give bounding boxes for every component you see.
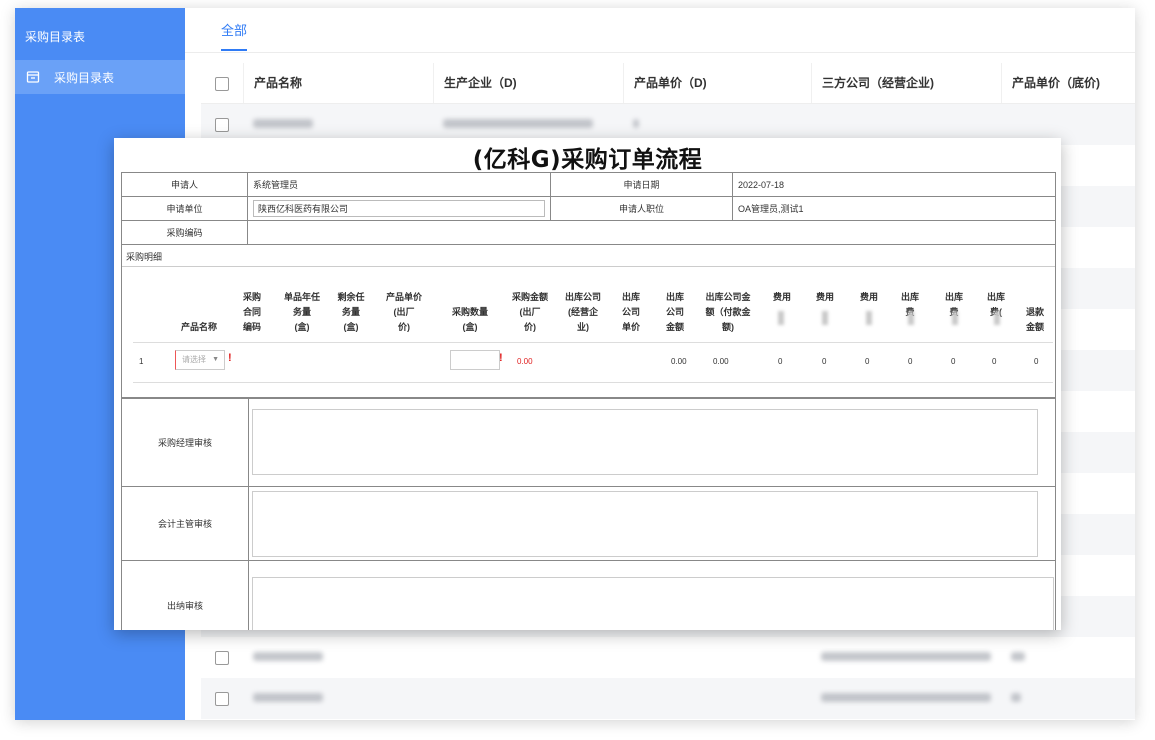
detail-bottom-divider (133, 382, 1053, 383)
applicant-label: 申请人 (121, 172, 248, 197)
blurred-header (908, 311, 914, 325)
out-fee2-value: 0 (951, 357, 956, 366)
approval-accounting-label: 会计主管审核 (122, 487, 249, 560)
table-row[interactable] (201, 678, 1135, 719)
dh-fee2: 费用 (815, 292, 834, 302)
position-label: 申请人职位 (550, 196, 733, 221)
table-header: 产品名称 生产企业（D) 产品单价（D) 三方公司（经营企业) 产品单价（底价) (201, 63, 1135, 104)
approval-accounting-input[interactable] (252, 491, 1038, 557)
out-payment-value: 0.00 (713, 357, 729, 366)
code-value (247, 220, 1056, 245)
row-checkbox[interactable] (215, 118, 229, 132)
blurred-cell (1011, 652, 1025, 661)
dh-out-company: 出库公司 (经营企 业) (564, 292, 601, 332)
fee2-value: 0 (822, 357, 827, 366)
dh-contract-code: 采购 合同 编码 (242, 292, 261, 332)
select-all-checkbox[interactable] (215, 77, 229, 91)
dh-out-unit-price: 出库 公司 单价 (621, 292, 640, 332)
blurred-cell (253, 652, 323, 661)
fee1-value: 0 (778, 357, 783, 366)
col-third-party[interactable]: 三方公司（经营企业) (811, 63, 1001, 103)
dh-out-payment: 出库公司金 额（付款金 额) (705, 292, 751, 332)
blurred-cell (633, 119, 639, 128)
blurred-cell (1011, 693, 1021, 702)
unit-label: 申请单位 (121, 196, 248, 221)
blurred-header (866, 311, 872, 325)
required-icon: ! (499, 352, 503, 364)
approval-cashier-label: 出纳审核 (122, 561, 249, 630)
detail-label: 采购明细 (126, 252, 163, 262)
blurred-header (778, 311, 784, 325)
dh-fee1: 费用 (772, 292, 791, 302)
purchase-amount-value: 0.00 (517, 357, 533, 366)
dh-out-amount: 出库 公司 金额 (665, 292, 684, 332)
applicant-value: 系统管理员 (247, 172, 551, 197)
dh-annual-task: 单品年任 务量 (盒) (283, 292, 320, 332)
approval-manager-input[interactable] (252, 409, 1038, 475)
tab-all[interactable]: 全部 (221, 20, 248, 51)
tab-bar: 全部 (185, 8, 1135, 53)
sidebar-item-catalog[interactable]: 采购目录表 (15, 60, 185, 94)
form-header-table: 申请人 系统管理员 申请日期 2022-07-18 申请单位 陕西亿科医药有限公… (121, 172, 1056, 245)
dh-refund: 退款 金额 (1025, 307, 1044, 332)
chevron-down-icon: ▼ (212, 356, 219, 363)
dh-product-name: 产品名称 (180, 322, 217, 332)
approval-manager: 采购经理审核 (121, 398, 1056, 486)
purchase-detail-section: 采购明细 产品名称 采购 合同 编码 单品年任 务量 (盒) 剩余任 务量 (盒… (121, 244, 1056, 398)
blurred-cell (253, 119, 313, 128)
approval-manager-label: 采购经理审核 (122, 399, 249, 486)
blurred-cell (821, 693, 991, 702)
blurred-header (952, 311, 958, 325)
dh-purchase-qty: 采购数量 (盒) (451, 307, 488, 332)
col-base-price[interactable]: 产品单价（底价) (1001, 63, 1135, 103)
unit-cell: 陕西亿科医药有限公司 (247, 196, 551, 221)
form-title: (亿科G)采购订单流程 (472, 147, 703, 173)
product-select[interactable]: 请选择 ▼ (175, 350, 225, 370)
dh-purchase-amount: 采购金额 (出厂 价) (511, 292, 548, 332)
sidebar-title: 采购目录表 (25, 30, 86, 44)
dh-remaining-task: 剩余任 务量 (盒) (337, 292, 365, 332)
product-select-placeholder: 请选择 (182, 355, 206, 364)
blurred-header (822, 311, 828, 325)
purchase-qty-input[interactable] (450, 350, 500, 370)
detail-divider (122, 266, 1055, 267)
row-checkbox[interactable] (215, 692, 229, 706)
position-value: OA管理员,测试1 (732, 196, 1056, 221)
out-fee3-value: 0 (992, 357, 997, 366)
col-product-name[interactable]: 产品名称 (243, 63, 433, 103)
table-row[interactable] (201, 637, 1135, 678)
blurred-cell (821, 652, 991, 661)
dh-fee3: 费用 (859, 292, 878, 302)
blurred-cell (443, 119, 593, 128)
approval-cashier: 出纳审核 (121, 560, 1056, 630)
col-unit-price[interactable]: 产品单价（D) (623, 63, 811, 103)
approval-cashier-input[interactable] (252, 577, 1054, 630)
row-index: 1 (139, 357, 144, 366)
required-icon: ! (228, 352, 232, 364)
blurred-header (994, 311, 1000, 325)
purchase-order-form: (亿科G)采购订单流程 申请人 系统管理员 申请日期 2022-07-18 申请… (114, 138, 1061, 630)
apply-date-label: 申请日期 (550, 172, 733, 197)
apply-date-value: 2022-07-18 (732, 172, 1056, 197)
code-label: 采购编码 (121, 220, 248, 245)
refund-value: 0 (1034, 357, 1039, 366)
out-amount-value: 0.00 (671, 357, 687, 366)
blurred-cell (253, 693, 323, 702)
col-manufacturer[interactable]: 生产企业（D) (433, 63, 623, 103)
sidebar-item-label: 采购目录表 (54, 70, 115, 85)
out-fee1-value: 0 (908, 357, 913, 366)
detail-header-divider (133, 342, 1053, 343)
dh-unit-price: 产品单价 (出厂 价) (385, 292, 422, 332)
approval-accounting: 会计主管审核 (121, 486, 1056, 560)
row-checkbox[interactable] (215, 651, 229, 665)
folder-icon (26, 71, 40, 83)
fee3-value: 0 (865, 357, 870, 366)
unit-field[interactable]: 陕西亿科医药有限公司 (253, 200, 545, 217)
